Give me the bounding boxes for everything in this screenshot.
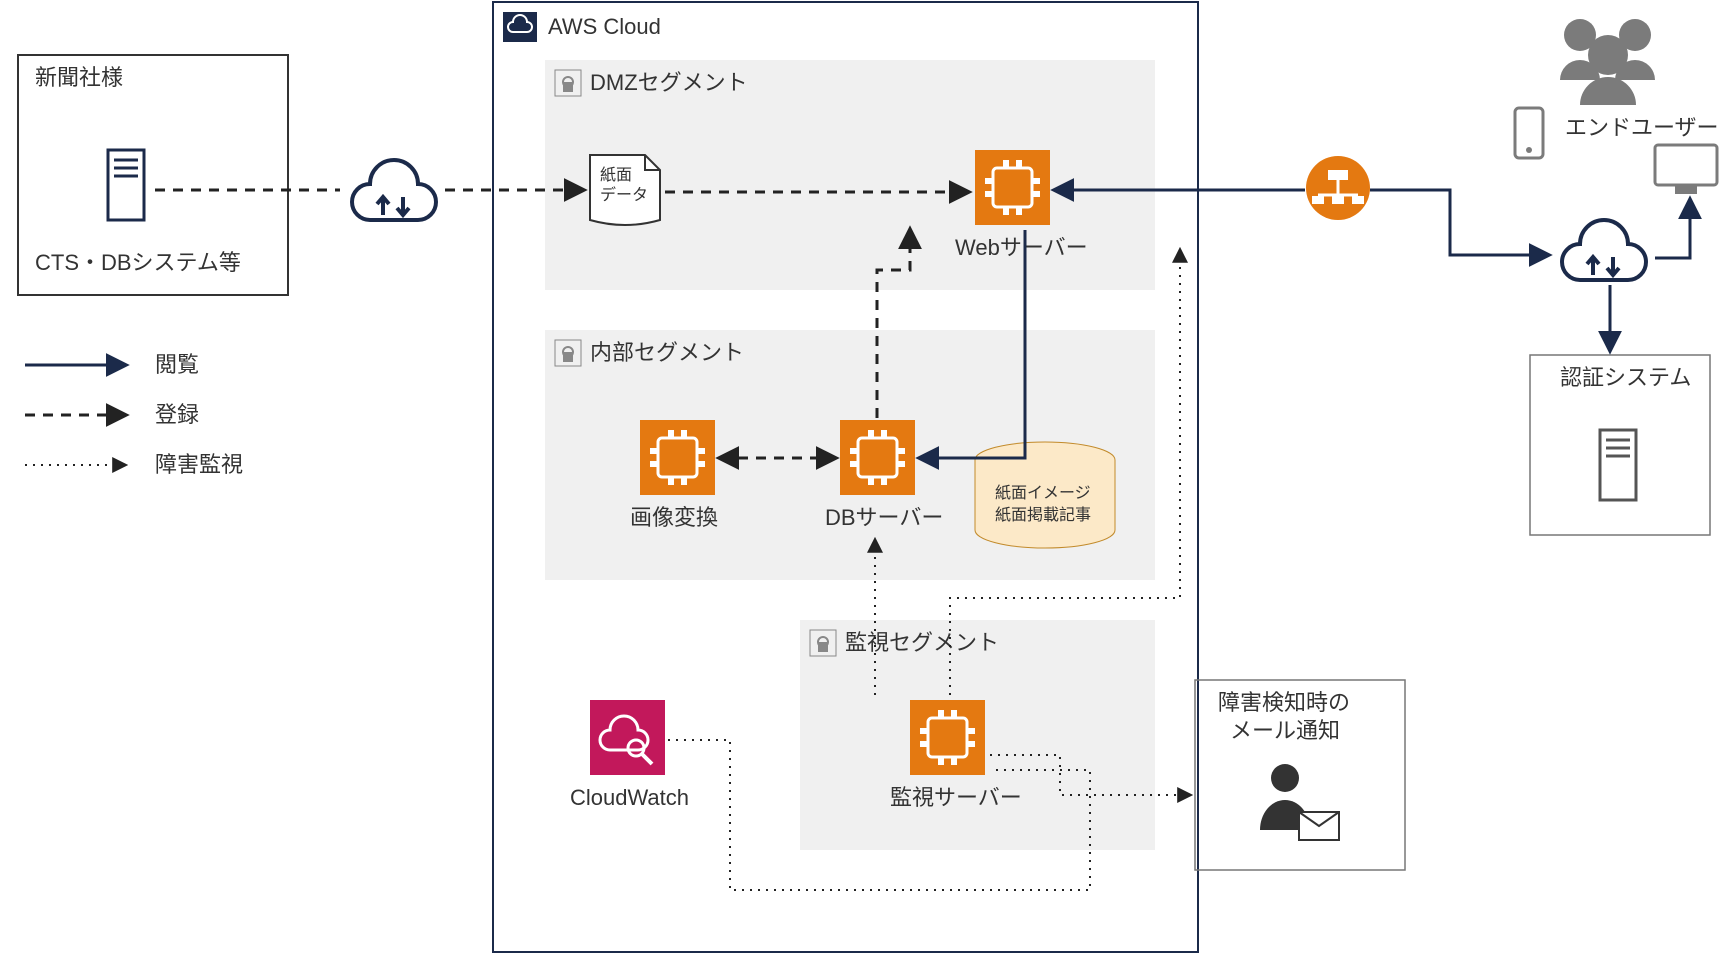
server-icon xyxy=(108,150,144,220)
onprem-subtitle: CTS・DBシステム等 xyxy=(35,250,241,275)
imgconv-label: 画像変換 xyxy=(630,505,718,530)
alert-label-1: 障害検知時の xyxy=(1218,690,1350,715)
imgconv-icon xyxy=(640,420,715,495)
upload-cloud-icon xyxy=(352,160,436,220)
internal-segment-title: 内部セグメント xyxy=(590,340,744,365)
paper-data-label-1: 紙面 xyxy=(600,166,632,184)
enduser-label: エンドユーザー xyxy=(1565,115,1719,140)
loadbalancer-icon xyxy=(1306,156,1370,220)
cloud-right-icon xyxy=(1562,220,1646,280)
monitor-icon xyxy=(1655,145,1717,194)
legend-monitor-label: 障害監視 xyxy=(155,452,243,477)
monitorsrv-label: 監視サーバー xyxy=(890,785,1022,810)
server-icon xyxy=(1600,430,1636,500)
storage-label-2: 紙面掲載記事 xyxy=(995,506,1091,524)
webserver-icon xyxy=(975,150,1050,225)
legend-view-label: 閲覧 xyxy=(155,352,199,377)
person-mail-icon xyxy=(1260,764,1339,840)
cloudwatch-label: CloudWatch xyxy=(570,785,689,810)
cloud-icon xyxy=(503,12,537,42)
monitor-segment-title: 監視セグメント xyxy=(845,630,999,655)
paper-data-label-2: データ xyxy=(600,185,648,204)
dbserver-label: DBサーバー xyxy=(825,505,943,530)
monitorsrv-icon xyxy=(910,700,985,775)
cloudwatch-icon xyxy=(590,700,665,775)
legend-register-label: 登録 xyxy=(155,402,199,427)
auth-label: 認証システム xyxy=(1560,365,1691,390)
webserver-label: Webサーバー xyxy=(955,235,1088,260)
onprem-title: 新聞社様 xyxy=(35,65,123,90)
endusers-icon xyxy=(1560,19,1655,105)
storage-label-1: 紙面イメージ xyxy=(995,484,1091,502)
aws-cloud-title: AWS Cloud xyxy=(548,14,661,39)
alert-label-2: メール通知 xyxy=(1230,718,1340,743)
dbserver-icon xyxy=(840,420,915,495)
dmz-segment-title: DMZセグメント xyxy=(590,70,748,95)
